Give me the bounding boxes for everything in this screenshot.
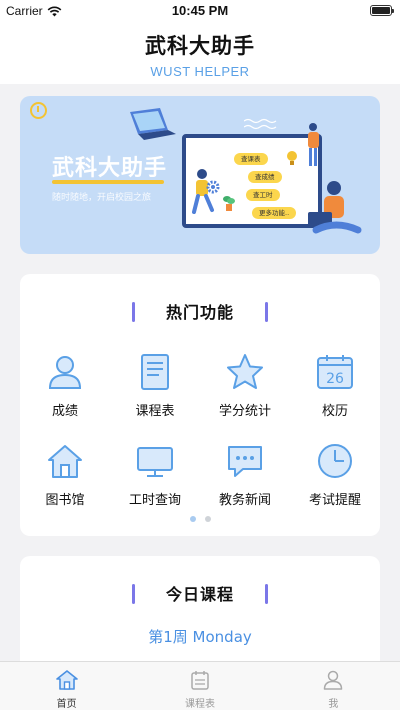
person-sitting-illustration <box>308 181 362 234</box>
banner-underline <box>52 180 164 184</box>
home-icon <box>55 670 78 690</box>
tab-home[interactable]: 首页 <box>0 662 133 710</box>
section-bar <box>132 302 135 322</box>
function-schedule[interactable]: 课程表 <box>110 352 200 422</box>
section-bar <box>265 584 268 604</box>
tab-me[interactable]: 我 <box>267 662 400 710</box>
function-news[interactable]: 教务新闻 <box>200 441 290 511</box>
status-bar: Carrier 10:45 PM <box>0 0 400 22</box>
banner-title: 武科大助手 <box>52 156 168 181</box>
app-subtitle: WUST HELPER <box>150 64 250 79</box>
banner[interactable]: 武科大助手 随时随地，开启校园之旅 查课表 查成绩 查工时 更多功能.. <box>20 96 380 254</box>
function-label: 学分统计 <box>218 404 271 419</box>
status-time: 10:45 PM <box>171 3 229 18</box>
section-bar <box>132 584 135 604</box>
function-label: 课程表 <box>135 404 175 419</box>
function-credits[interactable]: 学分统计 <box>200 352 290 422</box>
function-work-hours[interactable]: 工时查询 <box>110 441 200 511</box>
profile-icon <box>324 670 343 690</box>
clock-icon <box>318 444 352 478</box>
star-icon <box>227 354 263 389</box>
function-library[interactable]: 图书馆 <box>20 441 110 511</box>
tab-label: 我 <box>328 699 339 710</box>
tab-bar: 首页 课程表 我 <box>0 661 400 710</box>
battery-icon <box>370 5 394 16</box>
page-dot[interactable] <box>189 516 196 522</box>
function-label: 考试提醒 <box>308 493 361 508</box>
section-bar <box>265 302 268 322</box>
tab-label: 课程表 <box>184 699 215 710</box>
function-grid: 成绩 课程表 学分统计 26 校历 图书馆 工时查询 教务新闻 考试提醒 <box>20 352 380 511</box>
monitor-icon <box>137 447 173 477</box>
section-header: 热门功能 <box>20 301 380 325</box>
function-label: 工时查询 <box>128 493 181 508</box>
lightbulb-icon <box>287 151 297 165</box>
function-label: 校历 <box>321 404 348 419</box>
calendar-icon: 26 <box>317 355 353 389</box>
calendar-badge: 26 <box>326 371 344 387</box>
board-tag: 查成绩 <box>248 171 282 183</box>
house-icon <box>48 445 82 478</box>
person-icon <box>48 356 82 389</box>
board-tag: 更多功能.. <box>252 207 297 219</box>
hot-functions-card: 热门功能 成绩 课程表 学分统计 26 校历 图书馆 工时查询 教务新闻 考试提… <box>20 274 380 536</box>
banner-tagline: 随时随地，开启校园之旅 <box>52 193 152 203</box>
function-label: 教务新闻 <box>218 493 271 508</box>
document-icon <box>141 354 169 390</box>
page-indicator[interactable] <box>20 516 380 522</box>
plant-illustration <box>223 196 235 211</box>
function-label: 图书馆 <box>45 493 85 508</box>
decorative-lines <box>244 118 277 130</box>
week-label: 第1周 Monday <box>148 628 252 646</box>
section-header: 今日课程 <box>20 583 380 607</box>
function-grades[interactable]: 成绩 <box>20 352 110 422</box>
laptop-illustration <box>130 108 176 140</box>
tab-schedule[interactable]: 课程表 <box>133 662 266 710</box>
function-calendar[interactable]: 26 校历 <box>290 352 380 422</box>
section-title: 今日课程 <box>165 585 234 604</box>
board-tag: 查工时 <box>246 189 280 201</box>
tab-label: 首页 <box>56 699 77 710</box>
board-tag: 查课表 <box>234 153 268 165</box>
chat-bubble-icon <box>228 446 262 477</box>
function-label: 成绩 <box>51 404 78 419</box>
info-icon <box>30 102 47 119</box>
function-exam-reminder[interactable]: 考试提醒 <box>290 441 380 511</box>
section-title: 热门功能 <box>165 303 234 322</box>
schedule-icon <box>191 671 209 690</box>
page-dot[interactable] <box>204 516 211 522</box>
gear-icon <box>206 180 220 194</box>
app-title: 武科大助手 <box>145 34 255 58</box>
person-standing-illustration <box>308 123 319 166</box>
app-header: 武科大助手 WUST HELPER <box>0 22 400 84</box>
